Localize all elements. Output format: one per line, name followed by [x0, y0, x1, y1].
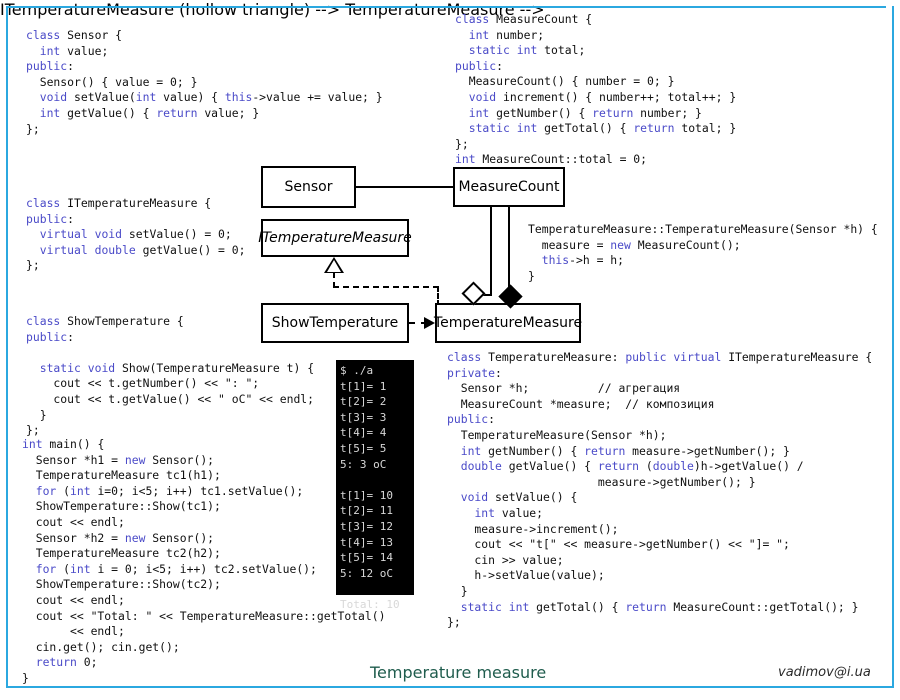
terminal-line: t[4]= 13: [340, 535, 393, 549]
uml-class-sensor-label: Sensor: [284, 179, 333, 195]
terminal-line: 5: 12 oC: [340, 566, 393, 580]
terminal-line: t[3]= 12: [340, 519, 393, 533]
code-block-constructor-definition: TemperatureMeasure::TemperatureMeasure(S…: [528, 222, 878, 283]
frame-border-top: [6, 6, 886, 8]
aggregation-diamond-hollow: [461, 281, 486, 306]
code-block-measurecount-class: class MeasureCount { int number; static …: [455, 12, 737, 167]
terminal-line: t[1]= 10: [340, 488, 393, 502]
terminal-output-panel[interactable]: $ ./a t[1]= 1 t[2]= 2 t[3]= 3 t[4]= 4 t[…: [336, 360, 414, 611]
uml-class-measurecount-label: MeasureCount: [458, 179, 560, 195]
terminal-line: t[5]= 14: [340, 551, 393, 565]
terminal-line: t[1]= 1: [340, 379, 387, 393]
dependency-arrowhead: [424, 317, 435, 329]
uml-class-showtemperature-label: ShowTemperature: [271, 315, 399, 331]
terminal-line: t[4]= 4: [340, 426, 387, 440]
code-block-main-function: int main() { Sensor *h1 = new Sensor(); …: [22, 437, 386, 685]
uml-class-sensor[interactable]: Sensor: [261, 166, 356, 208]
frame-border-right: [892, 6, 894, 688]
terminal-line: t[2]= 11: [340, 504, 393, 518]
code-block-temperaturemeasure-class: class TemperatureMeasure: public virtual…: [447, 350, 873, 630]
terminal-line: Total: 10: [340, 597, 400, 611]
author-email: vadimov@i.ua: [778, 665, 871, 680]
terminal-line: t[2]= 2: [340, 395, 387, 409]
realization-triangle-arrowhead: [324, 257, 344, 273]
terminal-line: 5: 3 oC: [340, 457, 387, 471]
code-block-sensor-class: class Sensor { int value; public: Sensor…: [26, 28, 383, 136]
uml-class-showtemperature[interactable]: ShowTemperature: [261, 303, 409, 343]
frame-border-left: [6, 6, 8, 686]
uml-class-measurecount[interactable]: MeasureCount: [453, 167, 565, 207]
uml-interface-itemperaturemeasure-label: ITemperatureMeasure: [258, 230, 412, 246]
code-block-itemperaturemeasure-class: class ITemperatureMeasure { public: virt…: [26, 196, 246, 273]
realization-dash-vertical-left: [333, 272, 335, 288]
terminal-line: t[5]= 5: [340, 441, 387, 455]
terminal-line: $ ./a: [340, 364, 374, 377]
uml-class-temperaturemeasure[interactable]: TemperatureMeasure: [433, 303, 583, 343]
uml-class-temperaturemeasure-label: TemperatureMeasure: [433, 315, 583, 331]
realization-dash-horizontal: [333, 286, 439, 288]
terminal-line: t[3]= 3: [340, 410, 387, 424]
page-title: Temperature measure: [370, 663, 547, 682]
uml-interface-itemperaturemeasure[interactable]: ITemperatureMeasure: [258, 219, 412, 257]
slide-canvas: class Sensor { int value; public: Sensor…: [0, 0, 900, 700]
